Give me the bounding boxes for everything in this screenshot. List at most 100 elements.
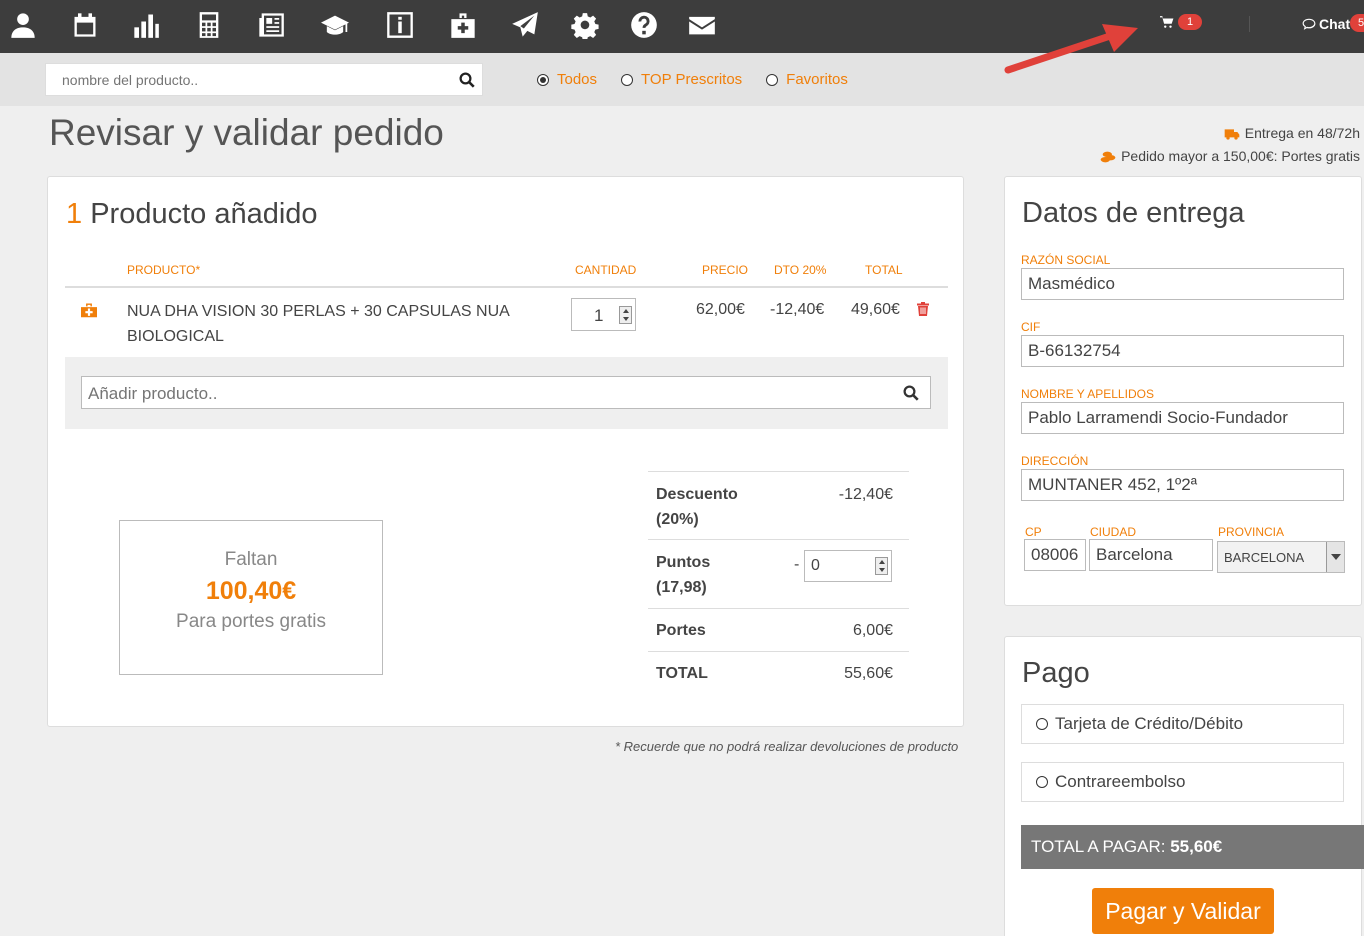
discount-value: -12,40€ bbox=[838, 486, 893, 503]
free-shipping-remaining: Faltan 100,40€ Para portes gratis bbox=[119, 520, 383, 675]
filter-top-prescritos[interactable]: TOP Prescritos bbox=[621, 71, 742, 88]
ciudad-label: CIUDAD bbox=[1090, 525, 1137, 539]
radio-card[interactable] bbox=[1036, 718, 1048, 730]
filter-favoritos[interactable]: Favoritos bbox=[766, 71, 848, 88]
nombre-field[interactable]: Pablo Larramendi Socio-Fundador bbox=[1021, 402, 1344, 434]
shipping-label: Portes bbox=[656, 622, 706, 639]
search-input[interactable] bbox=[62, 72, 442, 88]
total-to-pay: TOTAL A PAGAR: 55,60€ bbox=[1021, 825, 1364, 869]
graduation-cap-icon[interactable] bbox=[320, 10, 350, 40]
total-to-pay-value: 55,60€ bbox=[1170, 837, 1223, 856]
total-row: TOTAL 55,60€ bbox=[648, 651, 909, 695]
chevron-down-icon[interactable] bbox=[1326, 542, 1344, 572]
direccion-field[interactable]: MUNTANER 452, 1º2ª bbox=[1021, 469, 1344, 501]
search-icon[interactable] bbox=[902, 384, 920, 402]
faltan-label: Faltan bbox=[224, 549, 278, 570]
header-product: PRODUCTO* bbox=[127, 263, 201, 277]
payment-option-cod[interactable]: Contrareembolso bbox=[1021, 762, 1344, 802]
provincia-label: PROVINCIA bbox=[1218, 525, 1285, 539]
product-search[interactable] bbox=[45, 63, 483, 96]
calculator-icon[interactable] bbox=[194, 10, 224, 40]
total-label: TOTAL bbox=[656, 665, 708, 682]
radio-cod[interactable] bbox=[1036, 776, 1048, 788]
user-icon[interactable] bbox=[8, 10, 38, 40]
total-value: 55,60€ bbox=[844, 665, 893, 682]
radio-top-prescritos[interactable] bbox=[621, 73, 634, 86]
quantity-value[interactable]: 1 bbox=[594, 306, 603, 326]
points-value[interactable]: 0 bbox=[811, 557, 820, 575]
info-icon[interactable] bbox=[385, 10, 415, 40]
cp-label: CP bbox=[1025, 525, 1042, 539]
question-icon[interactable] bbox=[629, 10, 659, 40]
free-shipping-info: Pedido mayor a 150,00€: Portes gratis bbox=[1121, 148, 1360, 164]
spinner-arrows[interactable] bbox=[619, 306, 632, 324]
search-icon[interactable] bbox=[458, 71, 476, 89]
table-row: NUA DHA VISION 30 PERLAS + 30 CAPSULAS N… bbox=[65, 288, 948, 356]
header-quantity: CANTIDAD bbox=[575, 263, 637, 277]
header-total: TOTAL bbox=[865, 263, 903, 277]
total-to-pay-label: TOTAL A PAGAR: bbox=[1031, 837, 1166, 856]
cart-icon bbox=[1160, 16, 1174, 28]
divider bbox=[1249, 16, 1250, 32]
spinner-arrows[interactable] bbox=[875, 557, 888, 575]
faltan-sub: Para portes gratis bbox=[176, 611, 326, 632]
payment-title: Pago bbox=[1022, 657, 1090, 689]
medkit-icon bbox=[81, 303, 97, 318]
trash-icon[interactable] bbox=[917, 302, 929, 316]
discount-label: Descuento (20%) bbox=[656, 486, 738, 528]
table-header: PRODUCTO* CANTIDAD PRECIO DTO 20% TOTAL bbox=[65, 263, 948, 288]
points-label: Puntos (17,98) bbox=[656, 554, 711, 596]
product-total: 49,60€ bbox=[851, 301, 900, 318]
points-stepper[interactable]: 0 bbox=[804, 550, 892, 582]
chat-bubble-icon bbox=[1302, 18, 1316, 30]
discount-row: Descuento (20%) -12,40€ bbox=[648, 471, 909, 539]
product-discount: -12,40€ bbox=[770, 301, 825, 318]
calendar-icon[interactable] bbox=[70, 10, 100, 40]
payment-option-card[interactable]: Tarjeta de Crédito/Débito bbox=[1021, 704, 1344, 744]
chat-count-badge: 5 bbox=[1350, 14, 1364, 32]
filter-todos[interactable]: Todos bbox=[537, 71, 597, 88]
cart-button[interactable]: 1 bbox=[1160, 14, 1203, 30]
quantity-stepper[interactable]: 1 bbox=[571, 298, 636, 331]
add-product-input[interactable] bbox=[88, 384, 788, 404]
direccion-label: DIRECCIÓN bbox=[1021, 454, 1089, 468]
top-nav-bar: 1 Chat 5 bbox=[0, 0, 1364, 53]
coins-icon bbox=[1100, 151, 1116, 162]
chat-label: Chat bbox=[1319, 16, 1351, 32]
cart-count-badge: 1 bbox=[1178, 14, 1203, 30]
ciudad-field[interactable]: Barcelona bbox=[1089, 539, 1213, 571]
pay-and-validate-button[interactable]: Pagar y Validar bbox=[1092, 888, 1274, 934]
product-count: 1 bbox=[66, 198, 83, 230]
payment-option-label: Contrareembolso bbox=[1055, 772, 1186, 791]
add-product-area bbox=[65, 357, 948, 429]
radio-todos[interactable] bbox=[537, 73, 549, 86]
filter-options: Todos TOP Prescritos Favoritos bbox=[537, 71, 848, 88]
payment-panel: Pago Tarjeta de Crédito/Débito Contraree… bbox=[1004, 636, 1364, 936]
return-policy-note: * Recuerde que no podrá realizar devoluc… bbox=[615, 739, 959, 754]
radio-favoritos[interactable] bbox=[766, 73, 779, 86]
order-title: 1 Producto añadido bbox=[66, 198, 318, 230]
chat-button[interactable]: Chat bbox=[1302, 16, 1350, 32]
provincia-select[interactable]: BARCELONA bbox=[1217, 541, 1345, 573]
faltan-amount: 100,40€ bbox=[205, 577, 297, 605]
product-name[interactable]: NUA DHA VISION 30 PERLAS + 30 CAPSULAS N… bbox=[127, 299, 527, 349]
medkit-icon[interactable] bbox=[448, 10, 478, 40]
razon-social-field[interactable]: Masmédico bbox=[1021, 268, 1344, 300]
envelope-icon[interactable] bbox=[687, 10, 717, 40]
shipping-row: Portes 6,00€ bbox=[648, 608, 909, 651]
points-dash: - bbox=[794, 556, 800, 573]
order-panel: 1 Producto añadido PRODUCTO* CANTIDAD PR… bbox=[47, 176, 964, 727]
add-product-field[interactable] bbox=[81, 376, 931, 409]
cif-label: CIF bbox=[1021, 320, 1041, 334]
newspaper-icon[interactable] bbox=[256, 10, 286, 40]
paper-plane-icon[interactable] bbox=[510, 10, 540, 40]
cif-field[interactable]: B-66132754 bbox=[1021, 335, 1344, 367]
cp-field[interactable]: 08006 bbox=[1024, 539, 1086, 571]
points-row: Puntos (17,98) - 0 bbox=[648, 539, 909, 608]
bar-chart-icon[interactable] bbox=[131, 10, 161, 40]
header-price: PRECIO bbox=[702, 263, 749, 277]
shipping-value: 6,00€ bbox=[852, 622, 893, 639]
delivery-title: Datos de entrega bbox=[1022, 197, 1245, 229]
razon-social-label: RAZÓN SOCIAL bbox=[1021, 253, 1111, 267]
gear-icon[interactable] bbox=[570, 10, 600, 40]
